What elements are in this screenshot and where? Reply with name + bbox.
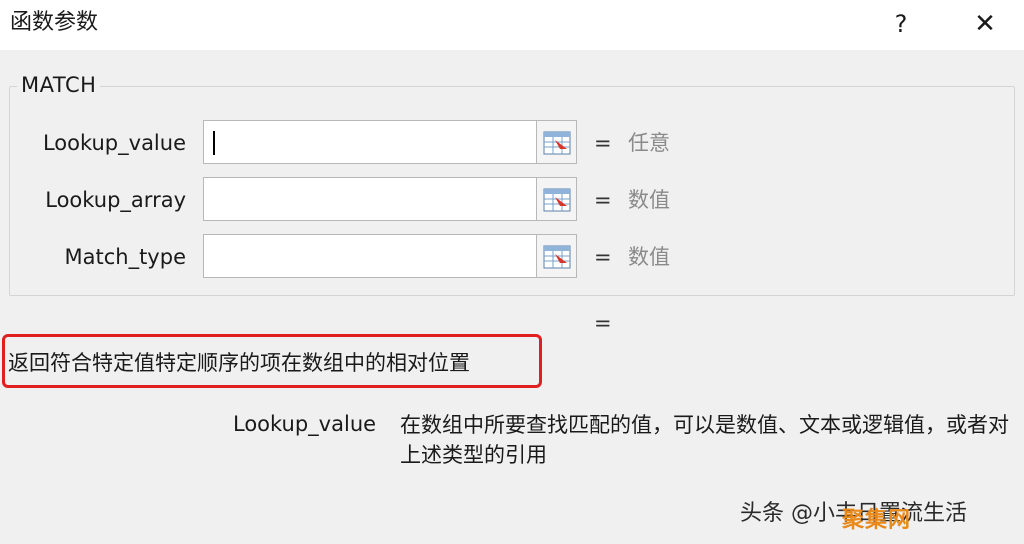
arg-label-lookup-array: Lookup_array — [45, 188, 186, 212]
lookup-value-input[interactable] — [203, 120, 537, 164]
arg-equals: = — [594, 245, 612, 269]
arg-hint: 数值 — [628, 188, 670, 212]
dialog-title: 函数参数 — [10, 10, 99, 35]
range-select-icon — [543, 245, 571, 269]
arg-equals: = — [594, 131, 612, 155]
match-type-ref-button[interactable] — [537, 234, 577, 278]
lookup-value-ref-button[interactable] — [537, 120, 577, 164]
arg-equals: = — [594, 188, 612, 212]
match-type-input[interactable] — [203, 234, 537, 278]
arg-hint: 任意 — [628, 131, 670, 155]
close-button[interactable]: ✕ — [968, 8, 1002, 40]
lookup-array-input[interactable] — [203, 177, 537, 221]
param-description: 在数组中所要查找匹配的值，可以是数值、文本或逻辑值，或者对上述类型的引用 — [400, 413, 1009, 467]
help-button[interactable]: ? — [884, 8, 918, 40]
text-caret — [213, 131, 215, 155]
function-description: 返回符合特定值特定顺序的项在数组中的相对位置 — [8, 351, 470, 375]
function-name: MATCH — [17, 71, 101, 99]
dialog-titlebar: 函数参数 ? ✕ — [0, 0, 1024, 50]
watermark-logo: 聚集网 — [842, 508, 912, 533]
arg-hint: 数值 — [628, 245, 670, 269]
arg-label-match-type: Match_type — [64, 245, 187, 269]
arg-label-lookup-value: Lookup_value — [42, 131, 186, 155]
range-select-icon — [543, 188, 571, 212]
lookup-array-ref-button[interactable] — [537, 177, 577, 221]
param-name: Lookup_value — [233, 412, 377, 436]
result-equals: = — [594, 311, 612, 335]
range-select-icon — [543, 131, 571, 155]
